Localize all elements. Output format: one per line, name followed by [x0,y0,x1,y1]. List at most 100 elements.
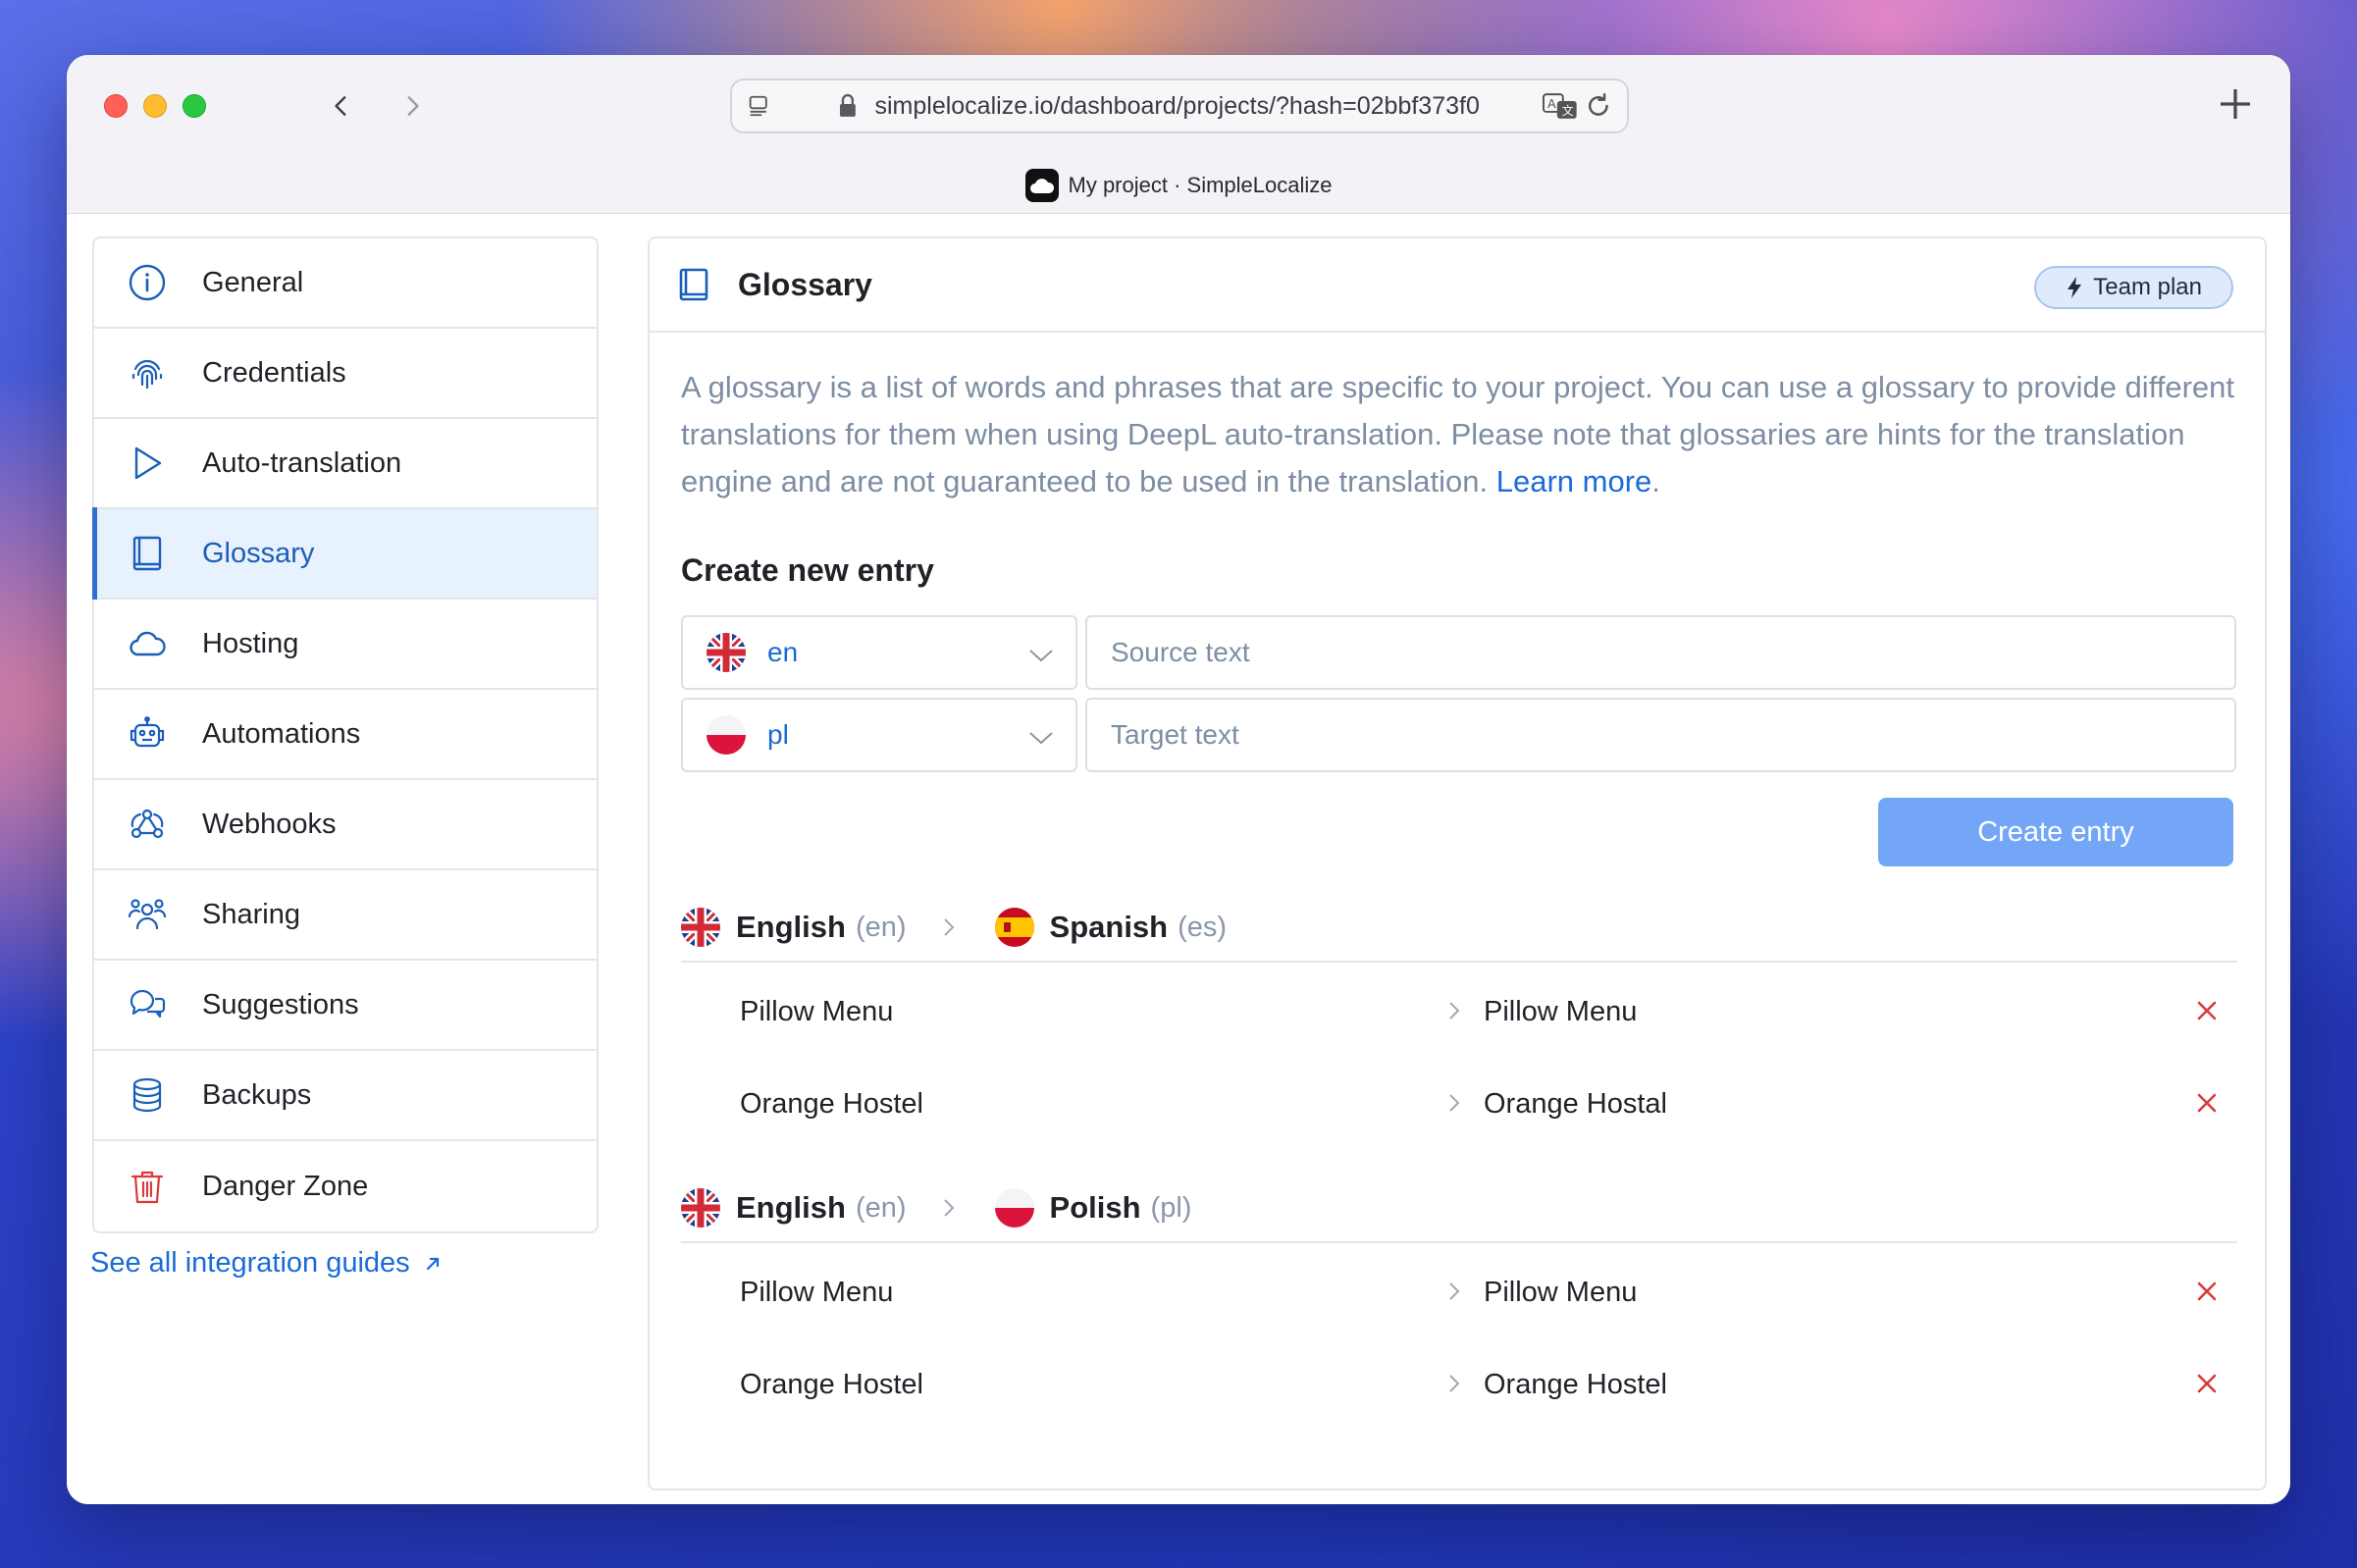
uk-flag-icon [707,633,746,672]
team-plan-label: Team plan [2093,274,2202,300]
target-text-input[interactable] [1085,698,2236,772]
glossary-panel: Glossary Team plan A glossary is a list … [648,236,2267,1490]
sidebar-item-hosting[interactable]: Hosting [94,600,597,690]
translate-icon[interactable]: A文 [1542,91,1579,121]
table-row: Pillow Menu Pillow Menu [681,965,2237,1057]
entry-target-text: Orange Hostal [1484,1088,1667,1120]
chevron-right-icon [1449,1282,1460,1300]
panel-header: Glossary Team plan [650,238,2265,333]
sidebar-item-danger-zone[interactable]: Danger Zone [94,1141,597,1231]
entry-target-text: Pillow Menu [1484,996,1638,1027]
minimize-window-button[interactable] [143,94,167,118]
sidebar-item-sharing[interactable]: Sharing [94,870,597,961]
tab-title: My project · SimpleLocalize [67,169,2290,202]
table-row: Orange Hostel Orange Hostel [681,1337,2237,1430]
page-menu-icon[interactable] [746,92,773,120]
forward-button[interactable] [393,86,432,126]
entry-source-text: Orange Hostel [740,1369,923,1400]
target-language-code: (es) [1178,911,1228,943]
svg-text:A: A [1547,96,1556,111]
url-text: simplelocalize.io/dashboard/projects/?ha… [874,91,1480,120]
glossary-description: A glossary is a list of words and phrase… [681,370,2235,498]
entry-target-text: Pillow Menu [1484,1277,1638,1308]
target-language-name: Spanish [1049,910,1169,944]
sidebar-item-auto-translation[interactable]: Auto-translation [94,419,597,509]
delete-entry-button[interactable] [2190,994,2224,1027]
sidebar-item-automations[interactable]: Automations [94,690,597,780]
sidebar-item-label: General [202,266,304,298]
sidebar-item-label: Webhooks [202,808,337,840]
close-icon [2197,1374,2217,1393]
glossary-group-header: English (en) Spanish (es) [681,894,2237,963]
sidebar-item-label: Automations [202,717,361,750]
chevron-right-icon [1449,1002,1460,1019]
source-language-code: (en) [855,1191,907,1224]
lightning-icon [2068,277,2082,298]
page-title: Glossary [738,266,872,302]
create-entry-button[interactable]: Create entry [1878,798,2233,866]
delete-entry-button[interactable] [2190,1367,2224,1400]
description-text: A glossary is a list of words and phrase… [681,370,2235,498]
address-bar[interactable]: simplelocalize.io/dashboard/projects/?ha… [730,78,1629,133]
sidebar-item-suggestions[interactable]: Suggestions [94,961,597,1051]
svg-text:文: 文 [1561,104,1573,118]
entry-source-text: Pillow Menu [740,1277,894,1308]
target-language-select[interactable]: pl [681,698,1077,772]
team-plan-badge[interactable]: Team plan [2034,266,2233,309]
sidebar-item-general[interactable]: General [94,238,597,329]
robot-icon [126,712,169,756]
sidebar-item-label: Backups [202,1078,312,1111]
reload-icon[interactable] [1584,91,1613,121]
close-icon [2197,1093,2217,1113]
target-language-code: pl [767,719,789,750]
glossary-group-header: English (en) Polish (pl) [681,1175,2237,1243]
back-button[interactable] [322,86,361,126]
book-icon [126,532,169,575]
external-link-icon [426,1257,439,1270]
sidebar-item-label: Glossary [202,537,315,569]
uk-flag-icon [681,1188,720,1228]
sidebar-item-label: Credentials [202,356,346,389]
chevron-left-icon [335,96,346,116]
poland-flag-icon [994,1188,1034,1228]
integration-guides-link[interactable]: See all integration guides [90,1247,442,1280]
uk-flag-icon [681,908,720,947]
delete-entry-button[interactable] [2190,1275,2224,1308]
browser-titlebar: simplelocalize.io/dashboard/projects/?ha… [67,55,2290,214]
users-icon [126,893,169,936]
browser-window: simplelocalize.io/dashboard/projects/?ha… [67,55,2290,1504]
sidebar-item-webhooks[interactable]: Webhooks [94,780,597,870]
source-language-select[interactable]: en [681,615,1077,690]
entry-source-text: Orange Hostel [740,1088,923,1120]
source-language-code: (en) [855,911,907,943]
delete-entry-button[interactable] [2190,1086,2224,1120]
target-language-name: Polish [1049,1190,1141,1225]
chevron-right-icon [943,918,954,936]
maximize-window-button[interactable] [183,94,206,118]
sidebar-item-glossary[interactable]: Glossary [92,507,597,600]
new-tab-plus-icon[interactable] [2216,84,2255,124]
learn-more-link[interactable]: Learn more [1496,464,1652,498]
source-language-name: English [736,910,846,944]
poland-flag-icon [707,715,746,755]
close-window-button[interactable] [104,94,128,118]
table-row: Pillow Menu Pillow Menu [681,1245,2237,1337]
chat-icon [126,983,169,1026]
chevron-right-icon [407,96,419,116]
create-entry-title: Create new entry [681,552,934,588]
chevron-down-icon [1029,732,1053,745]
integration-guides-label: See all integration guides [90,1247,410,1279]
source-text-input[interactable] [1085,615,2236,690]
chevron-right-icon [943,1199,954,1217]
source-language-name: English [736,1190,846,1225]
chevron-right-icon [1449,1375,1460,1392]
close-icon [2197,1001,2217,1020]
entry-target-text: Orange Hostel [1484,1369,1667,1400]
sidebar-item-credentials[interactable]: Credentials [94,329,597,419]
cloud-icon [126,622,169,665]
page-content: General Credentials Auto-translation Glo… [67,215,2290,1504]
sidebar-item-label: Auto-translation [202,446,402,479]
sidebar-item-label: Danger Zone [202,1170,369,1202]
sidebar-item-backups[interactable]: Backups [94,1051,597,1141]
source-language-code: en [767,637,799,667]
